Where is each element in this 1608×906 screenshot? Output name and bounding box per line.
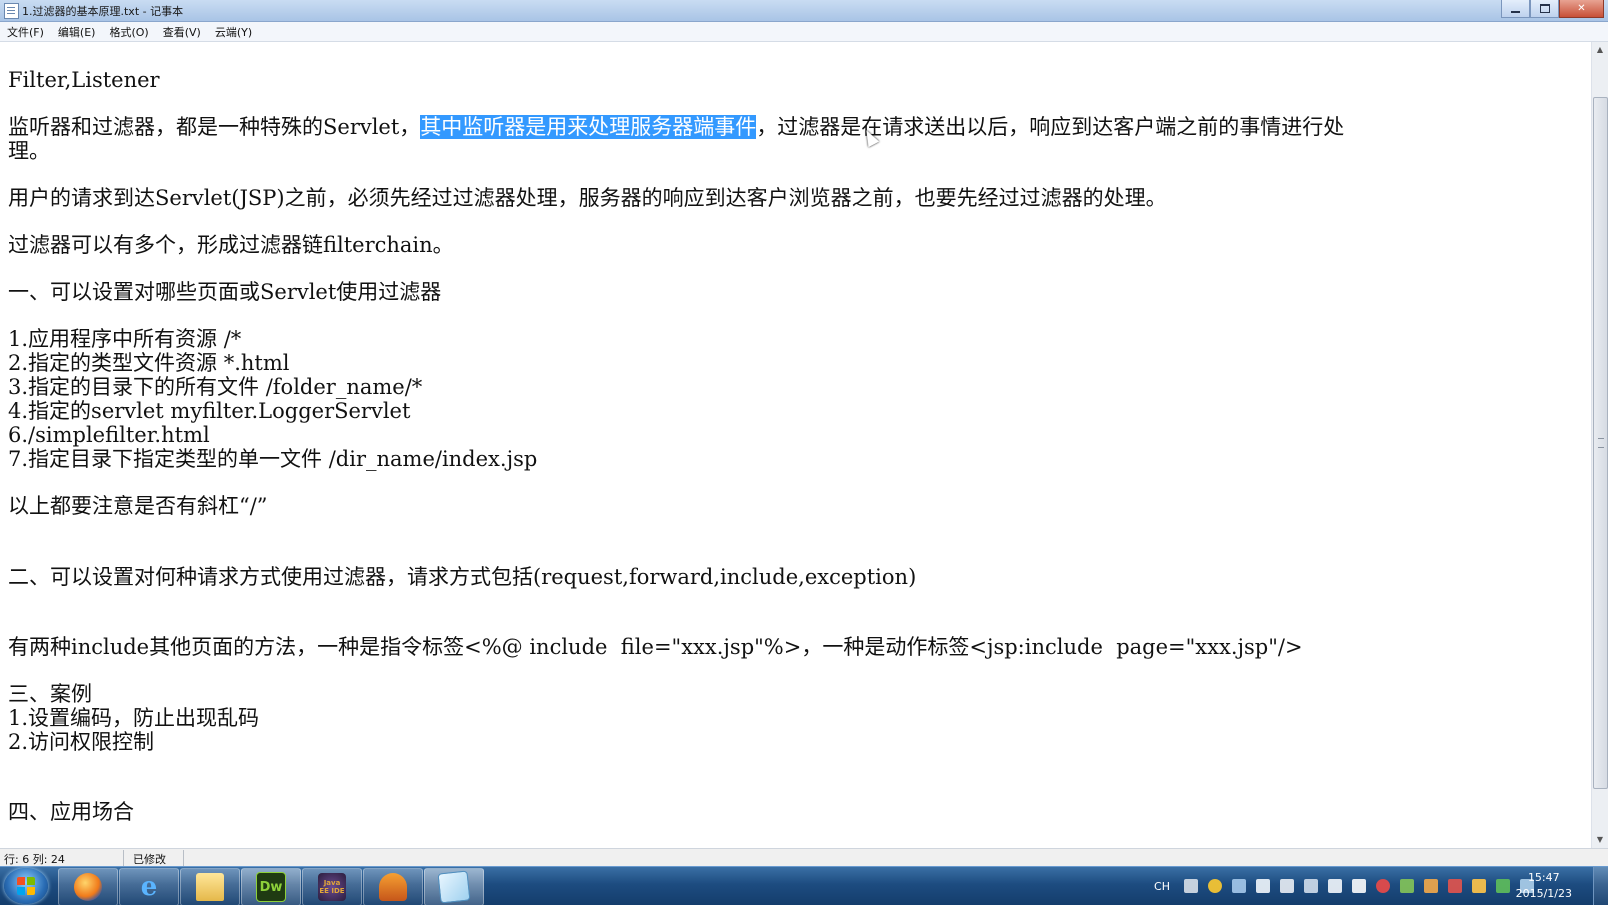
text-line: 7.指定目录下指定类型的单一文件 /dir_name/index.jsp — [8, 447, 538, 471]
network-adapter-icon[interactable] — [1232, 879, 1246, 893]
status-divider — [183, 850, 184, 866]
text-line: 1.应用程序中所有资源 /* — [8, 327, 242, 351]
text-line: 2.指定的类型文件资源 *.html — [8, 351, 290, 375]
menu-edit[interactable]: 编辑(E) — [51, 22, 103, 41]
text-line: 三、案例 — [8, 682, 92, 706]
text-line: 用户的请求到达Servlet(JSP)之前，必须先经过过滤器处理，服务器的响应到… — [8, 186, 1167, 210]
menu-bar: 文件(F) 编辑(E) 格式(O) 查看(V) 云端(Y) — [0, 22, 1608, 42]
show-desktop-button[interactable] — [1593, 867, 1608, 905]
taskbar-ie[interactable]: e — [119, 868, 179, 906]
text-line: 四、应用场合 — [8, 800, 134, 824]
taskbar-dreamweaver[interactable]: Dw — [241, 868, 301, 906]
tool-icon — [379, 873, 407, 901]
scroll-down-icon[interactable]: ▼ — [1592, 832, 1608, 848]
chat-icon[interactable] — [1400, 879, 1414, 893]
taskbar: e Dw Java EE IDE CH 15:47 2015/1/23 — [0, 866, 1608, 906]
shield-icon[interactable] — [1496, 879, 1510, 893]
volume-icon[interactable] — [1280, 879, 1294, 893]
minimize-button[interactable] — [1501, 0, 1530, 18]
clock-time: 15:47 — [1527, 871, 1560, 884]
cursor-position: 行: 6 列: 24 — [4, 853, 65, 866]
text-line: 一、可以设置对哪些页面或Servlet使用过滤器 — [8, 280, 442, 304]
people-icon[interactable] — [1472, 879, 1486, 893]
taskbar-tool[interactable] — [363, 868, 423, 906]
windows-logo-icon — [17, 877, 35, 895]
window-title: 1.过滤器的基本原理.txt - 记事本 — [22, 5, 184, 18]
start-button[interactable] — [4, 868, 48, 904]
menu-view[interactable]: 查看(V) — [156, 22, 208, 41]
status-divider — [123, 850, 124, 866]
status-bar: 行: 6 列: 24 已修改 — [0, 848, 1608, 867]
firefox-icon — [74, 873, 102, 901]
text-line: 4.指定的servlet myfilter.LoggerServlet — [8, 399, 411, 423]
device-icon[interactable] — [1352, 879, 1366, 893]
grip-icon — [1598, 438, 1604, 448]
text-line: 理。 — [8, 139, 50, 163]
text-segment: ，过滤器是在请求送出以后，响应到达客户端之前的事情进行处 — [756, 115, 1345, 139]
java-ee-ide-icon: Java EE IDE — [318, 873, 346, 901]
antivirus-icon[interactable] — [1376, 879, 1390, 893]
text-segment: 监听器和过滤器，都是一种特殊的Servlet， — [8, 115, 421, 139]
clock-date: 2015/1/23 — [1515, 887, 1572, 900]
ie-icon: e — [140, 872, 158, 902]
flag-icon[interactable] — [1448, 879, 1462, 893]
system-tray: CH — [1154, 876, 1534, 896]
scroll-up-icon[interactable]: ▲ — [1592, 42, 1608, 58]
text-line: 6./simplefilter.html — [8, 423, 210, 447]
text-line: 2.访问权限控制 — [8, 730, 155, 754]
text-line: Filter,Listener — [8, 68, 160, 92]
notepad-icon — [437, 870, 471, 904]
explorer-icon — [196, 873, 224, 901]
text-line: 3.指定的目录下的所有文件 /folder_name/* — [8, 375, 423, 399]
taskbar-notepad[interactable] — [424, 868, 484, 906]
language-indicator[interactable]: CH — [1154, 880, 1170, 893]
scrollbar-thumb[interactable] — [1593, 97, 1608, 789]
signal-icon[interactable] — [1304, 879, 1318, 893]
text-line: 以上都要注意是否有斜杠“/” — [8, 494, 268, 518]
text-line: 有两种include其他页面的方法，一种是指令标签<%@ include fil… — [8, 635, 1303, 659]
modified-indicator: 已修改 — [133, 853, 166, 866]
taskbar-firefox[interactable] — [58, 868, 118, 906]
window-controls: ✕ — [1501, 0, 1604, 19]
security-icon[interactable] — [1208, 879, 1222, 893]
clock[interactable]: 15:47 2015/1/23 — [1516, 870, 1572, 902]
vertical-scrollbar[interactable]: ▲ ▼ — [1591, 42, 1608, 848]
clipboard-icon[interactable] — [1256, 879, 1270, 893]
close-button[interactable]: ✕ — [1559, 0, 1604, 18]
text-line: 1.设置编码，防止出现乱码 — [8, 706, 260, 730]
taskbar-java-ee-ide[interactable]: Java EE IDE — [302, 868, 362, 906]
document-content: Filter,Listener 监听器和过滤器，都是一种特殊的Servlet，其… — [8, 68, 1344, 824]
text-editor[interactable]: Filter,Listener 监听器和过滤器，都是一种特殊的Servlet，其… — [0, 42, 1592, 848]
bluetooth-icon[interactable] — [1328, 879, 1342, 893]
title-bar[interactable]: 1.过滤器的基本原理.txt - 记事本 ✕ — [0, 0, 1608, 22]
notepad-icon — [4, 3, 19, 19]
text-line: 过滤器可以有多个，形成过滤器链filterchain。 — [8, 233, 454, 257]
dreamweaver-icon: Dw — [256, 872, 286, 902]
selected-text[interactable]: 其中监听器是用来处理服务器端事件 — [420, 115, 757, 139]
menu-format[interactable]: 格式(O) — [102, 22, 155, 41]
text-line: 二、可以设置对何种请求方式使用过滤器，请求方式包括(request,forwar… — [8, 565, 917, 589]
keyboard-icon[interactable] — [1184, 879, 1198, 893]
user-icon[interactable] — [1424, 879, 1438, 893]
menu-cloud[interactable]: 云端(Y) — [208, 22, 259, 41]
text-line: 监听器和过滤器，都是一种特殊的Servlet，其中监听器是用来处理服务器端事件，… — [8, 115, 1344, 139]
taskbar-explorer[interactable] — [180, 868, 240, 906]
maximize-button[interactable] — [1530, 0, 1559, 18]
menu-file[interactable]: 文件(F) — [0, 22, 51, 41]
